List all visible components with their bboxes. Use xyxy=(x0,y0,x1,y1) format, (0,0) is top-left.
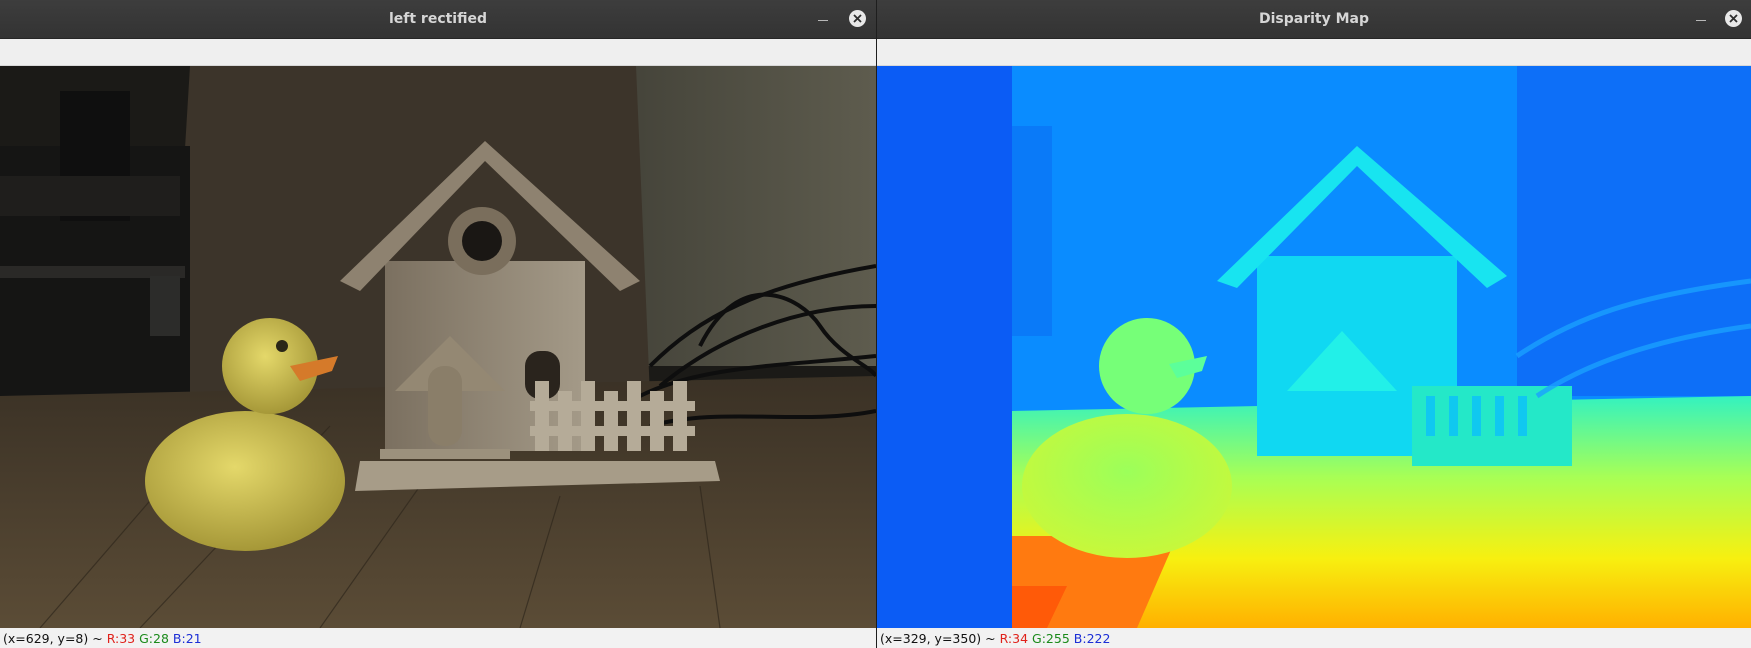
cursor-coords: (x=629, y=8) xyxy=(3,631,89,646)
window-title: Disparity Map xyxy=(1258,11,1370,27)
image-canvas[interactable] xyxy=(0,66,876,628)
status-bar: (x=329, y=350) ~ R:34 G:255 B:222 xyxy=(877,630,1751,648)
toolbar xyxy=(0,39,876,66)
close-icon[interactable] xyxy=(849,10,866,27)
cursor-coords: (x=329, y=350) xyxy=(880,631,982,646)
pixel-red: R:34 xyxy=(999,631,1029,646)
window-disparity-map: Disparity Map (x=329, y=350) ~ R:34 G:25… xyxy=(877,0,1751,648)
pixel-green: G:255 xyxy=(1032,631,1070,646)
status-separator: ~ xyxy=(92,631,103,646)
rectified-image xyxy=(0,66,876,628)
image-canvas[interactable] xyxy=(877,66,1751,628)
status-separator: ~ xyxy=(985,631,996,646)
close-icon[interactable] xyxy=(1725,10,1742,27)
titlebar[interactable]: Disparity Map xyxy=(877,0,1751,39)
status-bar: (x=629, y=8) ~ R:33 G:28 B:21 xyxy=(0,630,876,648)
pixel-blue: B:21 xyxy=(172,631,202,646)
minimize-icon[interactable] xyxy=(816,12,830,26)
window-left-rectified: left rectified (x=629, y=8) ~ R:33 G:28 … xyxy=(0,0,876,648)
pixel-red: R:33 xyxy=(106,631,136,646)
pixel-green: G:28 xyxy=(139,631,169,646)
titlebar[interactable]: left rectified xyxy=(0,0,876,39)
disparity-image xyxy=(877,66,1751,628)
minimize-icon[interactable] xyxy=(1694,12,1708,26)
toolbar xyxy=(877,39,1751,66)
pixel-blue: B:222 xyxy=(1073,631,1111,646)
window-title: left rectified xyxy=(388,11,488,27)
